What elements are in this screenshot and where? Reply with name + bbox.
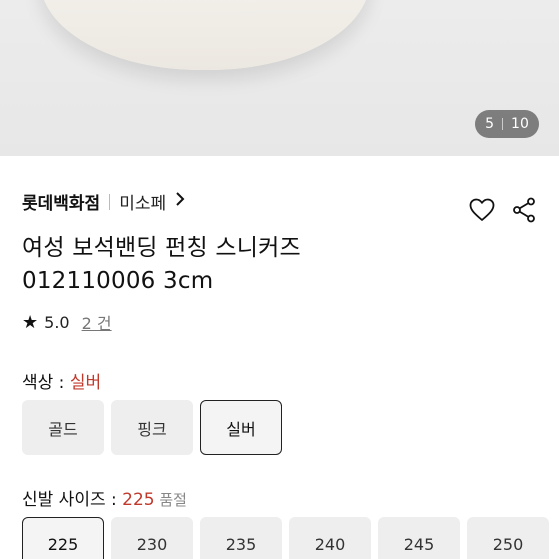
image-counter: 5 10 [475,110,539,138]
star-icon: ★ [22,311,39,333]
size-chip-230[interactable]: 230 [111,517,193,559]
color-option-label: 색상 : 실버 [22,368,101,393]
product-image-gallery[interactable]: 5 10 [0,0,559,156]
color-label-text: 색상 : [22,373,70,393]
size-option-label: 신발 사이즈 : 225 품절 [22,485,187,510]
image-counter-total: 10 [511,116,529,132]
color-chip-silver[interactable]: 실버 [200,400,282,455]
size-label-text: 신발 사이즈 : [22,490,123,510]
product-code: 012110006 3cm [22,268,214,294]
brand-store[interactable]: 롯데백화점 [22,189,100,214]
color-chip-gold[interactable]: 골드 [22,400,104,455]
image-counter-current: 5 [485,116,495,132]
breadcrumb-divider [109,193,111,210]
product-image [40,0,370,70]
size-chip-240[interactable]: 240 [289,517,371,559]
color-chip-row: 골드 핑크 실버 [22,400,282,455]
color-chip-pink[interactable]: 핑크 [111,400,193,455]
brand-name[interactable]: 미소페 [119,189,166,214]
breadcrumb[interactable]: 롯데백화점 미소페 [22,189,185,214]
size-chip-225[interactable]: 225 [22,517,104,559]
color-selected-value: 실버 [69,373,102,393]
size-stock-note: 품절 [154,491,187,509]
size-chip-row: 225 230 235 240 245 250 [22,517,549,559]
share-icon[interactable] [509,195,539,225]
chevron-right-icon[interactable] [175,191,185,212]
size-chip-235[interactable]: 235 [200,517,282,559]
review-count-link[interactable]: 2 건 [82,310,112,334]
image-counter-divider [502,118,504,130]
heart-icon[interactable] [467,195,497,225]
product-name: 여성 보석밴딩 펀칭 스니커즈 [22,235,301,261]
size-chip-250[interactable]: 250 [467,517,549,559]
size-selected-value: 225 [122,490,155,510]
product-rating: ★ 5.0 2 건 [22,310,112,334]
rating-score: 5.0 [44,312,70,332]
product-title: 여성 보석밴딩 펀칭 스니커즈 012110006 3cm [22,232,301,298]
size-chip-245[interactable]: 245 [378,517,460,559]
